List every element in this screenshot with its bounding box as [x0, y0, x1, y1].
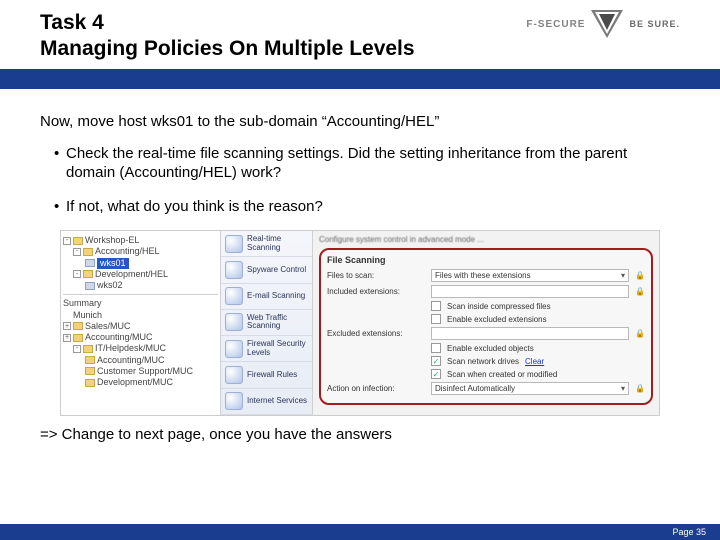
logo-tagline: BE SURE.	[629, 19, 680, 29]
sidebar-item[interactable]: E-mail Scanning	[221, 284, 312, 310]
domain-tree[interactable]: -Workshop-EL -Accounting/HEL wks01 -Deve…	[61, 231, 221, 415]
title-block: Task 4 Managing Policies On Multiple Lev…	[40, 10, 526, 63]
summary-label: Summary	[63, 298, 218, 309]
panel-title: File Scanning	[327, 255, 645, 265]
field-label: Files to scan:	[327, 271, 425, 280]
checkbox[interactable]: ✓	[431, 356, 441, 366]
closing-text: => Change to next page, once you have th…	[40, 426, 680, 443]
field-label: Included extensions:	[327, 287, 425, 296]
module-icon	[225, 287, 243, 305]
lock-icon[interactable]: 🔒	[635, 287, 645, 297]
footer-bar: Page 35	[0, 524, 720, 540]
expand-icon[interactable]: +	[63, 322, 71, 330]
tree-node[interactable]: Sales/MUC	[85, 321, 131, 332]
field-label: Excluded extensions:	[327, 329, 425, 338]
checkbox-label: Enable excluded extensions	[447, 315, 547, 324]
expand-icon[interactable]: +	[63, 334, 71, 342]
expand-icon[interactable]: -	[73, 248, 81, 256]
files-to-scan-select[interactable]: Files with these extensions	[431, 269, 629, 282]
host-icon	[85, 282, 95, 290]
checkbox-label: Scan when created or modified	[447, 370, 557, 379]
module-icon	[225, 261, 243, 279]
file-scanning-panel: File Scanning Files to scan: Files with …	[319, 248, 653, 405]
folder-icon	[83, 270, 93, 278]
folder-icon	[85, 367, 95, 375]
slide-title: Managing Policies On Multiple Levels	[40, 36, 526, 62]
sidebar-item[interactable]: Web Traffic Scanning	[221, 310, 312, 336]
tree-node[interactable]: Accounting/MUC	[97, 355, 165, 366]
settings-main: Configure system control in advanced mod…	[313, 231, 659, 415]
bullet-item: If not, what do you think is the reason?	[54, 197, 680, 217]
tree-node[interactable]: Development/MUC	[97, 377, 173, 388]
sidebar-item[interactable]: Real-time Scanning	[221, 231, 312, 257]
host-icon	[85, 259, 95, 267]
tree-node[interactable]: Development/HEL	[95, 269, 168, 280]
module-icon	[225, 392, 243, 410]
content-area: Now, move host wks01 to the sub-domain “…	[0, 89, 720, 217]
module-icon	[225, 313, 243, 331]
lead-text: Now, move host wks01 to the sub-domain “…	[40, 113, 680, 130]
action-on-infection-select[interactable]: Disinfect Automatically	[431, 382, 629, 395]
lock-icon[interactable]: 🔒	[635, 329, 645, 339]
checkbox[interactable]	[431, 314, 441, 324]
module-icon	[225, 366, 243, 384]
tree-node-selected[interactable]: wks01	[97, 258, 129, 269]
logo-text: F-SECURE	[526, 19, 585, 30]
folder-icon	[73, 237, 83, 245]
module-icon	[225, 340, 243, 358]
folder-icon	[73, 334, 83, 342]
folder-icon	[85, 356, 95, 364]
expand-icon[interactable]: -	[73, 345, 81, 353]
checkbox-label: Scan inside compressed files	[447, 302, 551, 311]
sidebar-item[interactable]: Internet Services	[221, 389, 312, 415]
included-extensions-input[interactable]	[431, 285, 629, 298]
excluded-extensions-input[interactable]	[431, 327, 629, 340]
checkbox[interactable]	[431, 343, 441, 353]
lock-icon[interactable]: 🔒	[635, 271, 645, 281]
logo-triangle-icon	[591, 10, 623, 38]
page-number: Page 35	[672, 527, 706, 537]
checkbox-label: Enable excluded objects	[447, 344, 534, 353]
sidebar-item[interactable]: Spyware Control	[221, 257, 312, 283]
checkbox[interactable]	[431, 301, 441, 311]
task-number: Task 4	[40, 10, 526, 36]
clear-link[interactable]: Clear	[525, 357, 544, 366]
folder-icon	[73, 322, 83, 330]
expand-icon[interactable]: -	[63, 237, 71, 245]
header: Task 4 Managing Policies On Multiple Lev…	[0, 0, 720, 69]
tree-node[interactable]: Accounting/HEL	[95, 246, 160, 257]
lock-icon[interactable]: 🔒	[635, 384, 645, 394]
header-divider-bar	[0, 69, 720, 89]
config-hint: Configure system control in advanced mod…	[319, 235, 653, 244]
folder-icon	[83, 345, 93, 353]
tree-node[interactable]: Accounting/MUC	[85, 332, 153, 343]
folder-icon	[85, 379, 95, 387]
tree-node[interactable]: Munich	[63, 310, 218, 321]
checkbox-label: Scan network drives	[447, 357, 519, 366]
tree-node[interactable]: Workshop-EL	[85, 235, 139, 246]
brand-logo: F-SECURE BE SURE.	[526, 10, 680, 38]
bullet-list: Check the real-time file scanning settin…	[40, 144, 680, 217]
folder-icon	[83, 248, 93, 256]
tree-node[interactable]: Customer Support/MUC	[97, 366, 193, 377]
tree-node[interactable]: IT/Helpdesk/MUC	[95, 343, 166, 354]
embedded-screenshot: -Workshop-EL -Accounting/HEL wks01 -Deve…	[60, 230, 660, 416]
module-icon	[225, 235, 243, 253]
expand-icon[interactable]: -	[73, 270, 81, 278]
checkbox[interactable]: ✓	[431, 369, 441, 379]
tree-node[interactable]: wks02	[97, 280, 123, 291]
bullet-item: Check the real-time file scanning settin…	[54, 144, 680, 183]
module-sidebar: Real-time Scanning Spyware Control E-mai…	[221, 231, 313, 415]
sidebar-item[interactable]: Firewall Security Levels	[221, 336, 312, 362]
sidebar-item[interactable]: Firewall Rules	[221, 362, 312, 388]
field-label: Action on infection:	[327, 384, 425, 393]
